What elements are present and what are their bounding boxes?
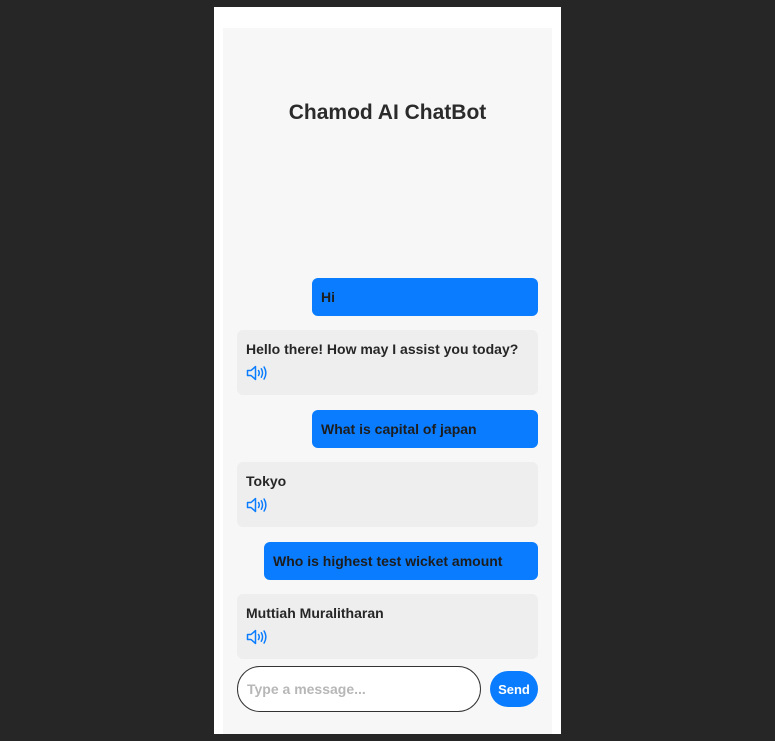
message-composer: Send: [237, 666, 538, 712]
bot-message: Hello there! How may I assist you today?: [237, 330, 538, 395]
speaker-icon[interactable]: [246, 365, 268, 381]
speaker-icon[interactable]: [246, 629, 268, 645]
user-message: What is capital of japan: [312, 410, 538, 448]
bot-message: Tokyo: [237, 462, 538, 527]
bot-message: Muttiah Muralitharan: [237, 594, 538, 659]
user-message-text: Who is highest test wicket amount: [273, 553, 503, 569]
speaker-icon[interactable]: [246, 497, 268, 513]
chat-container: Chamod AI ChatBot Hi Hello there! How ma…: [223, 28, 552, 734]
bot-message-text: Tokyo: [246, 473, 287, 489]
page-title: Chamod AI ChatBot: [288, 101, 487, 124]
user-message-text: Hi: [321, 289, 335, 305]
bot-message-text: Hello there! How may I assist you today?: [246, 341, 519, 357]
user-message-text: What is capital of japan: [321, 421, 477, 437]
user-message: Hi: [312, 278, 538, 316]
send-button[interactable]: Send: [490, 671, 538, 707]
app-window: Chamod AI ChatBot Hi Hello there! How ma…: [214, 7, 561, 734]
user-message: Who is highest test wicket amount: [264, 542, 538, 580]
message-input[interactable]: [237, 666, 481, 712]
bot-message-text: Muttiah Muralitharan: [246, 605, 384, 621]
